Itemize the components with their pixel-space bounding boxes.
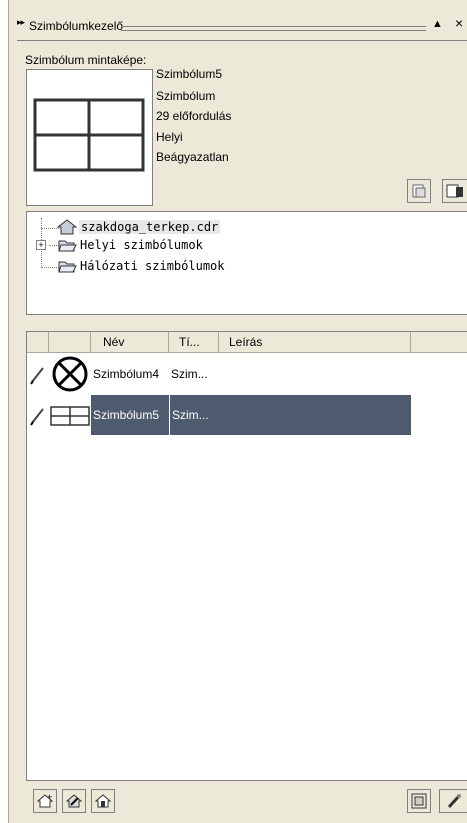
- tree-item-document[interactable]: szakdoga_terkep.cdr: [57, 218, 221, 236]
- delete-library-button[interactable]: [91, 789, 115, 813]
- pencil-icon: [30, 367, 44, 385]
- tree-item-label: szakdoga_terkep.cdr: [79, 220, 221, 234]
- column-header-thumb[interactable]: [49, 332, 91, 352]
- purge-symbols-button[interactable]: [439, 789, 467, 813]
- folder-icon: [58, 261, 77, 273]
- brush-icon: [447, 794, 461, 809]
- wheel-icon: [52, 356, 88, 392]
- preview-occurrences: 29 előfordulás: [156, 109, 232, 123]
- column-header-type[interactable]: Tí...: [169, 332, 219, 352]
- symbol-list[interactable]: Név Tí... Leírás Szimbólum4 Szim... Szim…: [26, 331, 467, 781]
- library-icon: [94, 794, 112, 808]
- zoom-to-symbol-button[interactable]: [407, 789, 431, 813]
- docker-menu-button[interactable]: ▲: [432, 18, 443, 30]
- symbol-name: Szimbólum5: [91, 395, 169, 435]
- table-row-selected[interactable]: Szimbólum5 Szim...: [27, 395, 467, 435]
- docker-close-button[interactable]: ×: [455, 15, 463, 31]
- tree-item-label: Hálózati szimbólumok: [80, 259, 225, 273]
- symbol-preview-graphic: [33, 98, 145, 172]
- docker-titlebar: ▸▸ Szimbólumkezelő ▲ ×: [9, 14, 467, 36]
- column-header-edit[interactable]: [27, 332, 49, 352]
- tree-item-network-symbols[interactable]: Hálózati szimbólumok: [57, 257, 225, 275]
- new-library-button[interactable]: +: [33, 789, 57, 813]
- titlebar-grip: [121, 26, 426, 31]
- collapse-arrows-icon[interactable]: ▸▸: [17, 17, 25, 28]
- export-symbol-button[interactable]: [407, 179, 431, 203]
- table-row[interactable]: Szimbólum4 Szim...: [27, 354, 467, 394]
- symbol-thumbnail: [49, 354, 91, 394]
- expand-toggle[interactable]: +: [36, 240, 46, 250]
- svg-text:+: +: [47, 792, 52, 802]
- preview-symbol-name: Szimbólum5: [156, 67, 223, 81]
- symbol-name: Szimbólum4: [93, 367, 160, 381]
- edit-home-icon: [65, 794, 83, 808]
- folder-icon: [58, 240, 77, 252]
- tree-item-label: Helyi szimbólumok: [80, 238, 203, 252]
- docker-title: Szimbólumkezelő: [29, 19, 124, 33]
- column-header-name[interactable]: Név: [91, 332, 169, 352]
- home-icon: [57, 219, 77, 235]
- preview-embedding: Beágyazatlan: [156, 150, 229, 164]
- export-icon: [412, 184, 426, 198]
- symbol-thumbnail: [49, 395, 91, 435]
- column-header-description[interactable]: Leírás: [219, 332, 411, 352]
- edit-cell[interactable]: [27, 354, 49, 394]
- pencil-icon: [30, 408, 44, 426]
- preview-symbol-type: Szimbólum: [156, 89, 216, 103]
- tree-item-local-symbols[interactable]: Helyi szimbólumok: [57, 236, 203, 254]
- edit-library-button[interactable]: [62, 789, 86, 813]
- list-header: Név Tí... Leírás: [27, 332, 467, 353]
- symbol-type: Szim...: [169, 395, 219, 435]
- symbol-library-tree[interactable]: szakdoga_terkep.cdr + Helyi szimbólumok …: [26, 211, 467, 315]
- cross-grid-icon: [50, 406, 90, 426]
- symbol-description: [219, 395, 411, 435]
- symbol-description: [219, 354, 411, 394]
- edit-cell[interactable]: [27, 395, 49, 435]
- symbol-properties-button[interactable]: [442, 179, 467, 203]
- zoom-frame-icon: [411, 793, 427, 809]
- symbol-manager-panel: ▸▸ Szimbólumkezelő ▲ × Szimbólum mintaké…: [8, 0, 467, 823]
- symbol-type: Szim...: [171, 367, 208, 381]
- symbol-preview: [26, 69, 153, 206]
- preview-scope: Helyi: [156, 130, 183, 144]
- properties-icon: [446, 184, 463, 198]
- add-home-icon: +: [36, 792, 54, 808]
- preview-label: Szimbólum mintaképe:: [25, 53, 147, 67]
